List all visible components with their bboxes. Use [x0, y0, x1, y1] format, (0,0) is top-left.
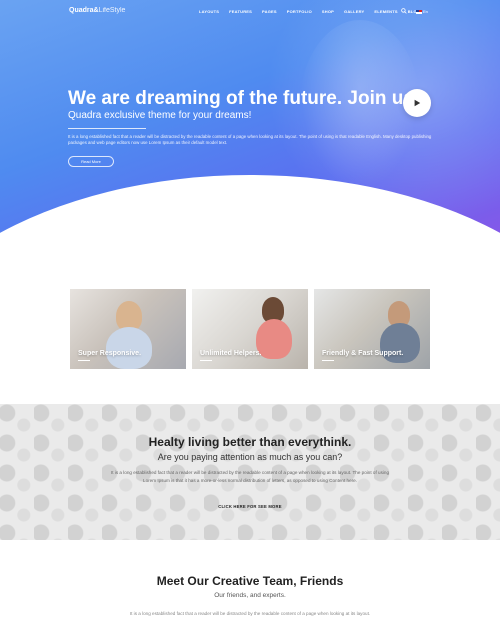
language-label: En [423, 9, 428, 14]
hero-divider [68, 128, 146, 129]
card-underline [200, 360, 212, 361]
hero-section [0, 0, 500, 250]
health-description: It is a long established fact that a rea… [110, 470, 389, 483]
main-menu: LAYOUTS FEATURES PAGES PORTFOLIO SHOP GA… [199, 9, 420, 14]
health-title: Healty living better than everythink. [148, 435, 352, 449]
card-title: Super Responsive. [78, 350, 142, 357]
language-selector[interactable]: En [416, 9, 428, 14]
card-title: Friendly & Fast Support. [322, 350, 404, 357]
logo-light-text: LifeStyle [98, 7, 126, 14]
site-logo[interactable]: Quadra&LifeStyle [69, 7, 125, 14]
play-video-button[interactable] [403, 89, 431, 117]
menu-item-elements[interactable]: ELEMENTS [374, 9, 397, 14]
play-icon [414, 99, 421, 107]
team-description: It is a long established fact that a rea… [129, 611, 371, 616]
menu-item-gallery[interactable]: GALLERY [344, 9, 364, 14]
top-navigation: Quadra&LifeStyle LAYOUTS FEATURES PAGES … [0, 0, 500, 24]
menu-item-pages[interactable]: PAGES [262, 9, 277, 14]
logo-bold-text: Quadra& [69, 7, 99, 14]
hero-subtitle: Quadra exclusive theme for your dreams! [68, 110, 252, 121]
card-underline [78, 360, 90, 361]
menu-item-portfolio[interactable]: PORTFOLIO [287, 9, 312, 14]
feature-cards: Super Responsive. Unlimited Helpers. Fri… [70, 289, 430, 369]
person-figure [380, 323, 420, 363]
health-subtitle: Are you paying attention as much as you … [157, 452, 343, 462]
see-more-link[interactable]: CLICK HERE FOR SEE MORE [0, 504, 500, 509]
card-title: Unlimited Helpers. [200, 350, 262, 357]
read-more-button[interactable]: Read More [68, 156, 114, 167]
feature-card-support[interactable]: Friendly & Fast Support. [314, 289, 430, 369]
card-photo [192, 289, 308, 369]
menu-item-shop[interactable]: SHOP [322, 9, 334, 14]
menu-item-features[interactable]: FEATURES [229, 9, 252, 14]
feature-card-helpers[interactable]: Unlimited Helpers. [192, 289, 308, 369]
us-flag-icon [416, 9, 422, 14]
team-subtitle: Our friends, and experts. [214, 592, 286, 599]
team-title: Meet Our Creative Team, Friends [156, 574, 344, 588]
person-figure [106, 327, 152, 369]
feature-card-responsive[interactable]: Super Responsive. [70, 289, 186, 369]
hero-title: We are dreaming of the future. Join us. [68, 88, 420, 109]
card-underline [322, 360, 334, 361]
search-icon[interactable] [401, 8, 407, 14]
hero-description: It is a long established fact that a rea… [68, 134, 432, 145]
menu-item-layouts[interactable]: LAYOUTS [199, 9, 219, 14]
